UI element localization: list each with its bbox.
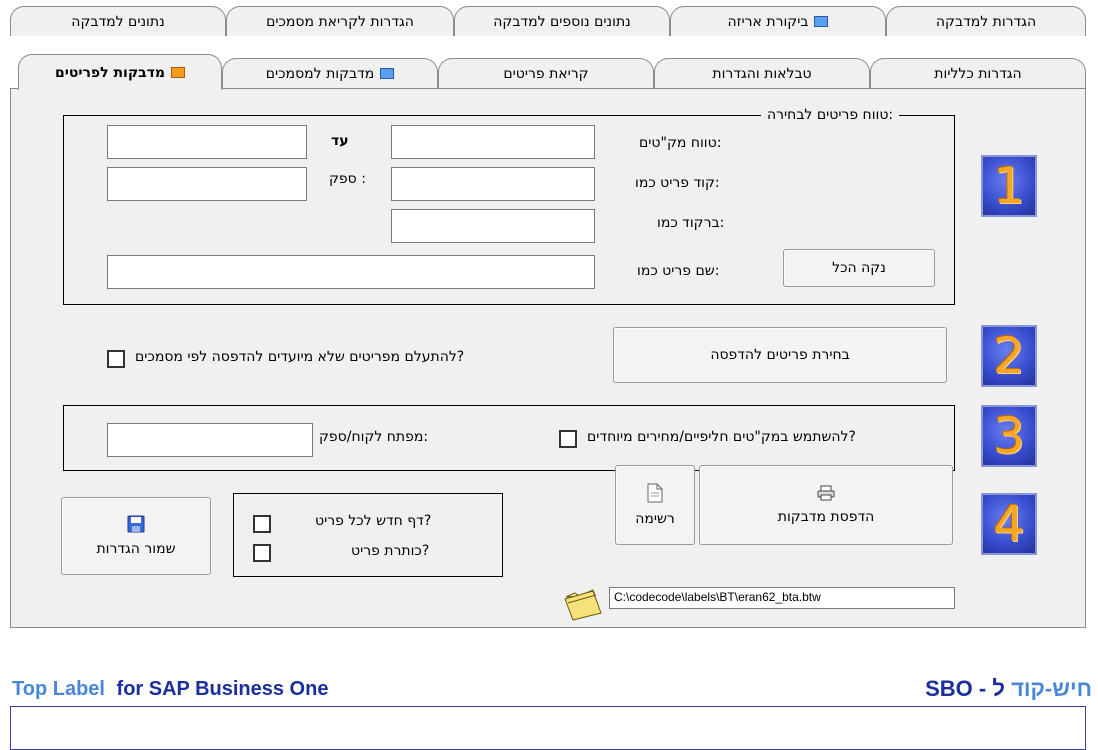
tab-label: הגדרות למדבקה bbox=[935, 13, 1037, 30]
brand-hebrew-suffix: ל - SBO bbox=[925, 676, 1005, 701]
document-icon bbox=[647, 483, 663, 503]
tab-item-labels[interactable]: מדבקות לפריטים bbox=[18, 54, 222, 90]
supplier-input[interactable] bbox=[107, 167, 307, 201]
sku-from-input[interactable] bbox=[391, 125, 595, 159]
item-code-input[interactable] bbox=[391, 167, 595, 201]
brand-product-name: Top Label bbox=[12, 678, 105, 700]
window-blue-icon bbox=[380, 68, 395, 79]
tab-label: נתונים למדבקה bbox=[71, 13, 165, 30]
new-page-per-item-label: דף חדש לכל פריט? bbox=[315, 513, 432, 529]
tab-document-labels[interactable]: מדבקות למסמכים bbox=[222, 58, 438, 88]
new-page-per-item-checkbox[interactable] bbox=[253, 515, 271, 533]
clear-all-button[interactable]: נקה הכל bbox=[783, 249, 935, 287]
alt-sku-label: להשתמש במק"טים חליפיים/מחירים מיוחדים? bbox=[587, 429, 856, 445]
brand-hebrew-name: חיש-קוד bbox=[1011, 676, 1092, 701]
save-settings-label: שמור הגדרות bbox=[96, 541, 176, 557]
print-labels-button[interactable]: הדפסת מדבקות bbox=[699, 465, 953, 545]
tab-additional-label-data[interactable]: נתונים נוספים למדבקה bbox=[454, 6, 670, 36]
window-blue-icon bbox=[814, 16, 829, 27]
list-button[interactable]: רשימה bbox=[615, 465, 695, 545]
flag-orange-icon bbox=[171, 67, 186, 78]
floppy-disk-icon bbox=[127, 515, 145, 533]
tab-label: מדבקות למסמכים bbox=[265, 65, 375, 82]
folder-icon[interactable] bbox=[563, 589, 603, 621]
ignore-non-print-items-label: להתעלם מפריטים שלא מיועדים להדפסה לפי מס… bbox=[135, 349, 465, 365]
step-3-badge: 3 bbox=[981, 405, 1037, 467]
tab-label-data[interactable]: נתונים למדבקה bbox=[10, 6, 226, 36]
tab-general-settings[interactable]: הגדרות כלליות bbox=[870, 58, 1086, 88]
status-message-box bbox=[10, 706, 1086, 750]
tab-packing-control[interactable]: ביקורת אריזה bbox=[670, 6, 886, 36]
item-header-label: כותרת פריט? bbox=[351, 543, 430, 559]
print-labels-label: הדפסת מדבקות bbox=[777, 509, 875, 525]
step-2-badge: 2 bbox=[981, 325, 1037, 387]
to-label: עד bbox=[331, 133, 349, 149]
save-settings-button[interactable]: שמור הגדרות bbox=[61, 497, 211, 575]
tab-label-settings[interactable]: הגדרות למדבקה bbox=[886, 6, 1086, 36]
item-range-legend: טווח פריטים לבחירה: bbox=[761, 107, 900, 123]
tab-label: הגדרות לקריאת מסמכים bbox=[266, 13, 414, 30]
tab-panel: טווח פריטים לבחירה: טווח מק"טים: עד קוד … bbox=[10, 88, 1086, 628]
customer-key-input[interactable] bbox=[107, 423, 313, 457]
item-header-checkbox[interactable] bbox=[253, 544, 271, 562]
sku-range-label: טווח מק"טים: bbox=[639, 135, 722, 151]
tab-label: טבלאות והגדרות bbox=[712, 65, 812, 82]
select-items-for-print-button[interactable]: בחירת פריטים להדפסה bbox=[613, 327, 947, 383]
barcode-like-label: ברקוד כמו: bbox=[657, 215, 725, 231]
step-1-badge: 1 bbox=[981, 155, 1037, 217]
tab-label: קריאת פריטים bbox=[503, 65, 589, 82]
alt-sku-checkbox[interactable] bbox=[559, 430, 577, 448]
page-options-group bbox=[233, 493, 503, 577]
step-4-badge: 4 bbox=[981, 493, 1037, 555]
brand-hebrew: חיש-קוד ל - SBO bbox=[925, 676, 1092, 702]
barcode-input[interactable] bbox=[391, 209, 595, 243]
tab-document-reading-settings[interactable]: הגדרות לקריאת מסמכים bbox=[226, 6, 454, 36]
ignore-non-print-items-checkbox[interactable] bbox=[107, 350, 125, 368]
tab-label: הגדרות כלליות bbox=[934, 65, 1022, 82]
supplier-label: ספק : bbox=[329, 171, 366, 187]
customer-key-label: מפתח לקוח/ספק: bbox=[319, 429, 429, 445]
brand-english: Top Label for SAP Business One bbox=[12, 678, 328, 701]
item-name-like-label: שם פריט כמו: bbox=[637, 263, 720, 279]
tab-label: ביקורת אריזה bbox=[727, 13, 809, 30]
tab-tables-settings[interactable]: טבלאות והגדרות bbox=[654, 58, 870, 88]
item-name-input[interactable] bbox=[107, 255, 595, 289]
label-file-path[interactable]: C:\codecode\labels\BT\eran62_bta.btw bbox=[609, 587, 955, 609]
item-code-like-label: קוד פריט כמו: bbox=[635, 175, 720, 191]
sku-to-input[interactable] bbox=[107, 125, 307, 159]
tab-label: מדבקות לפריטים bbox=[54, 64, 166, 81]
list-label: רשימה bbox=[635, 511, 675, 527]
tab-item-reading[interactable]: קריאת פריטים bbox=[438, 58, 654, 88]
printer-icon bbox=[817, 485, 835, 501]
tab-label: נתונים נוספים למדבקה bbox=[493, 13, 631, 30]
brand-subtitle: for SAP Business One bbox=[116, 678, 329, 700]
